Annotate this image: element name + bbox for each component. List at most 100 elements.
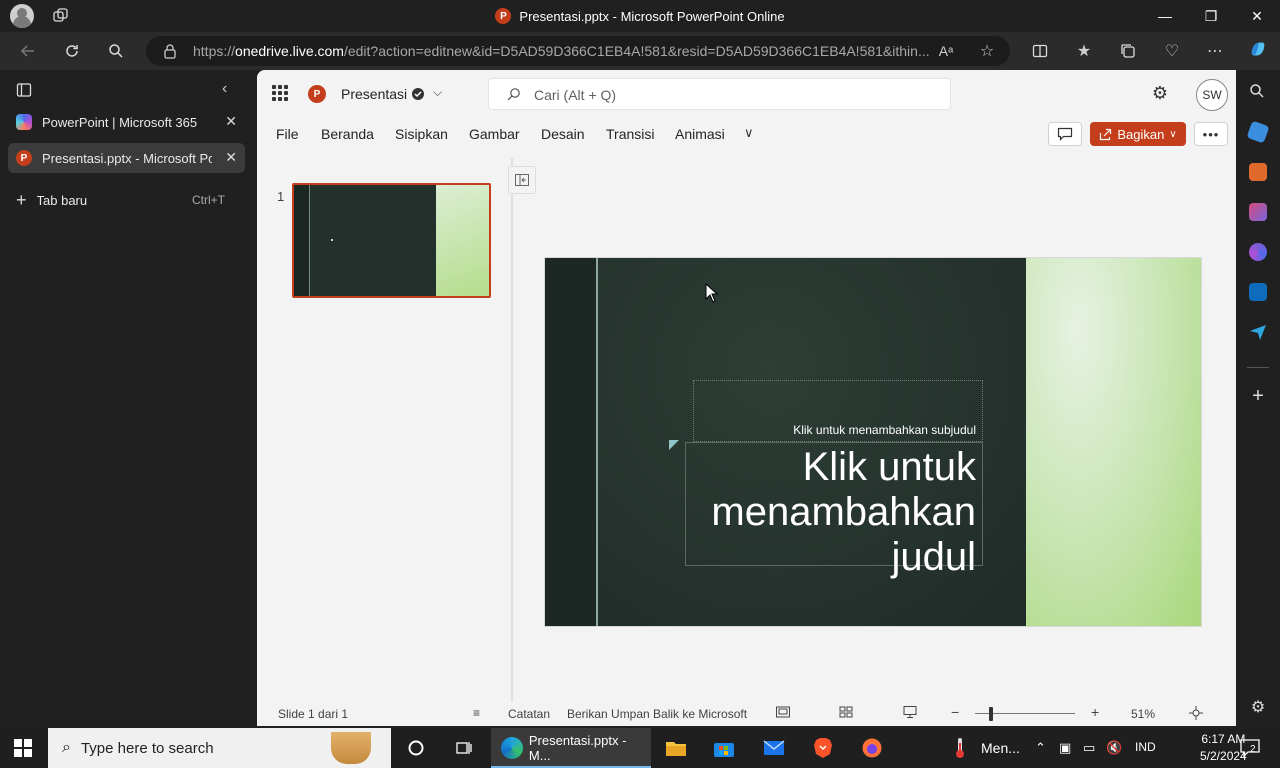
file-explorer-icon[interactable] [664, 736, 688, 760]
settings-more-icon[interactable]: ⋯ [1205, 41, 1225, 61]
zoom-level[interactable]: 51% [1131, 707, 1155, 721]
close-tab-icon[interactable]: ✕ [225, 113, 237, 130]
input-language[interactable]: IND [1135, 740, 1156, 754]
slide-sorter-icon[interactable] [839, 705, 853, 722]
read-aloud-icon[interactable]: Aᵃ [936, 41, 956, 61]
refresh-button[interactable] [57, 37, 87, 65]
title-placeholder[interactable]: Klik untuk menambahkan judul [685, 442, 983, 579]
more-tabs-chevron-icon[interactable]: ∨ [744, 125, 754, 141]
zoom-slider-thumb[interactable] [989, 707, 993, 721]
lock-icon [164, 44, 176, 59]
firefox-icon[interactable] [860, 736, 884, 760]
send-icon[interactable] [1249, 323, 1267, 341]
tab-beranda[interactable]: Beranda [321, 126, 374, 142]
brave-browser-icon[interactable] [811, 736, 835, 760]
close-tab-icon[interactable]: ✕ [225, 149, 237, 166]
tab-sisipkan[interactable]: Sisipkan [395, 126, 448, 142]
network-icon[interactable]: ▭ [1083, 740, 1095, 756]
sidebar-divider [1247, 367, 1269, 368]
copilot-icon[interactable] [1248, 39, 1268, 59]
sidebar-settings-icon[interactable]: ⚙ [1249, 697, 1267, 716]
close-window-button[interactable]: ✕ [1234, 0, 1280, 32]
meet-now-icon[interactable]: ▣ [1059, 740, 1071, 756]
outlook-icon[interactable] [1249, 283, 1267, 301]
more-options-button[interactable]: ••• [1194, 122, 1228, 146]
slide-thumbnail-pane: 1 [257, 158, 511, 702]
tools-briefcase-icon[interactable] [1249, 163, 1267, 181]
favorites-icon[interactable]: ★ [1074, 41, 1094, 61]
workspaces-icon[interactable] [53, 8, 69, 24]
collections-icon[interactable] [1118, 41, 1138, 61]
share-label: Bagikan [1117, 126, 1165, 142]
tab-gambar[interactable]: Gambar [469, 126, 520, 142]
powerpoint-logo-icon[interactable]: P [308, 85, 326, 103]
chevron-down-icon[interactable]: ⌵ [433, 85, 442, 100]
saved-status-icon[interactable] [410, 86, 426, 105]
normal-view-icon[interactable] [776, 705, 790, 722]
microsoft-store-icon[interactable] [712, 736, 736, 760]
tab-presentasi[interactable]: P Presentasi.pptx - Microsoft PowerPoint… [8, 143, 245, 173]
back-button[interactable] [13, 37, 43, 65]
games-icon[interactable] [1249, 203, 1267, 221]
m365-sidebar-icon[interactable] [1249, 243, 1267, 261]
comment-icon [1057, 127, 1073, 141]
profile-avatar[interactable] [10, 4, 34, 28]
search-box[interactable] [488, 78, 951, 110]
url-domain: onedrive.live.com [235, 43, 344, 59]
slide-canvas[interactable]: Klik untuk menambahkan subjudul Klik unt… [544, 257, 1202, 627]
settings-gear-icon[interactable]: ⚙ [1150, 83, 1170, 103]
tab-actions-icon[interactable] [16, 82, 32, 101]
accent-triangle [669, 440, 679, 450]
tab-powerpoint-365[interactable]: PowerPoint | Microsoft 365 ✕ [8, 107, 245, 137]
weather-thermometer-icon[interactable] [948, 736, 972, 760]
weather-label[interactable]: Men... [981, 740, 1020, 756]
slideshow-view-icon[interactable] [903, 705, 917, 722]
minimize-button[interactable]: — [1142, 0, 1188, 32]
fit-to-window-icon[interactable] [1189, 706, 1203, 723]
collapse-panel-icon[interactable]: ‹ [222, 80, 227, 98]
show-hidden-icons-chevron[interactable]: ⌃ [1035, 740, 1046, 756]
sidebar-search-icon[interactable] [1249, 83, 1267, 101]
tab-desain[interactable]: Desain [541, 126, 585, 142]
pane-divider[interactable] [511, 158, 513, 702]
m365-icon [16, 114, 32, 130]
taskbar-search[interactable]: ⌕ Type here to search [48, 728, 391, 768]
app-launcher-icon[interactable] [272, 85, 288, 101]
tab-label: Presentasi.pptx - Microsoft PowerPoint O… [42, 150, 212, 166]
zoom-in-button[interactable]: + [1091, 704, 1099, 720]
document-name[interactable]: Presentasi [341, 86, 407, 102]
browser-essentials-icon[interactable]: ♡ [1162, 41, 1182, 61]
cortana-icon[interactable] [404, 736, 428, 760]
start-button-icon[interactable] [14, 739, 32, 757]
tab-transisi[interactable]: Transisi [606, 126, 655, 142]
tab-file[interactable]: File [276, 126, 299, 142]
user-avatar[interactable]: SW [1196, 79, 1228, 111]
tab-animasi[interactable]: Animasi [675, 126, 725, 142]
mail-icon[interactable] [762, 736, 786, 760]
task-view-icon[interactable] [452, 736, 476, 760]
url-text[interactable]: https://onedrive.live.com/edit?action=ed… [193, 43, 933, 59]
vertical-tabs-panel: ‹ PowerPoint | Microsoft 365 ✕ P Present… [0, 70, 257, 726]
subtitle-placeholder[interactable]: Klik untuk menambahkan subjudul [693, 380, 983, 442]
shopping-tag-icon[interactable] [1246, 120, 1270, 144]
notes-icon[interactable]: ≡ [473, 706, 480, 720]
taskbar-edge-window[interactable]: Presentasi.pptx - M... [491, 728, 651, 768]
favorite-star-icon[interactable]: ☆ [977, 41, 997, 61]
notes-button[interactable]: Catatan [508, 707, 550, 721]
slide-thumbnail[interactable] [292, 183, 491, 298]
search-input[interactable] [534, 87, 934, 103]
new-tab-button[interactable]: + Tab baru Ctrl+T [8, 185, 245, 215]
address-bar[interactable]: https://onedrive.live.com/edit?action=ed… [146, 36, 1010, 66]
restore-button[interactable]: ❐ [1188, 0, 1234, 32]
add-sidebar-app-icon[interactable]: + [1249, 386, 1267, 406]
toggle-thumbnail-pane-icon[interactable] [508, 166, 536, 194]
comments-button[interactable] [1048, 122, 1082, 146]
url-scheme: https:// [193, 43, 236, 59]
share-button[interactable]: Bagikan ∨ [1090, 122, 1186, 146]
feedback-link[interactable]: Berikan Umpan Balik ke Microsoft [567, 707, 747, 721]
split-screen-icon[interactable] [1030, 41, 1050, 61]
volume-muted-icon[interactable]: 🔇 [1106, 740, 1122, 756]
notification-center-icon[interactable]: 2 [1238, 736, 1262, 760]
search-web-button[interactable] [101, 37, 131, 65]
zoom-out-button[interactable]: − [951, 704, 959, 720]
